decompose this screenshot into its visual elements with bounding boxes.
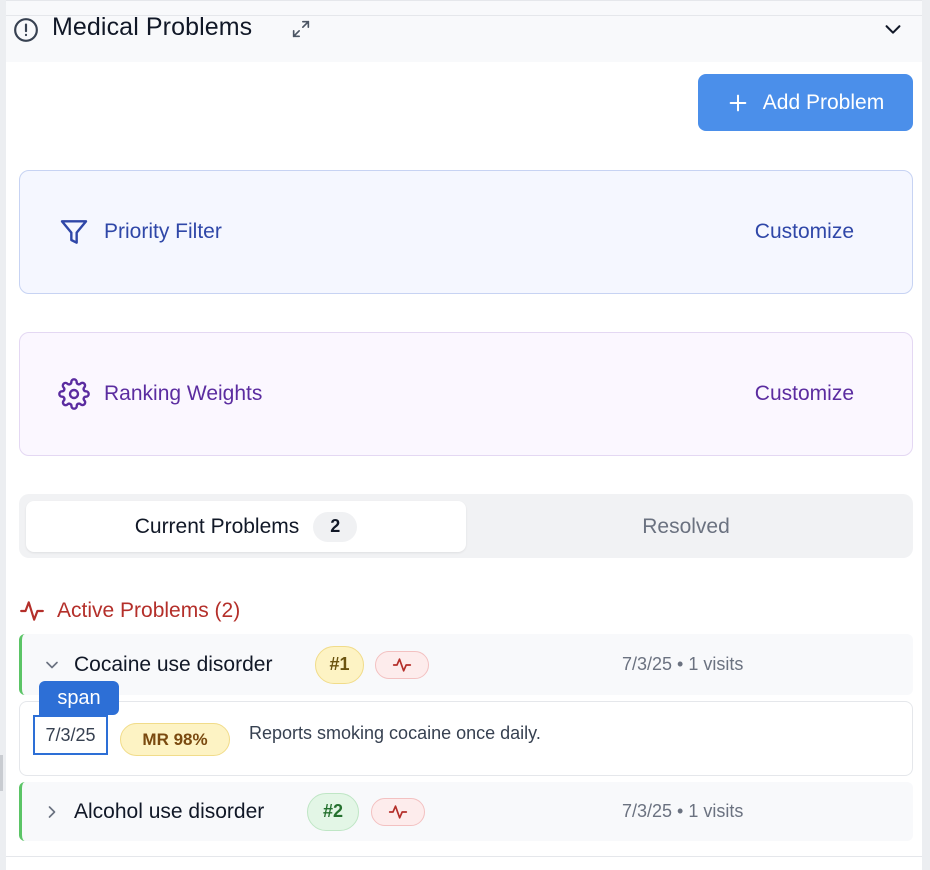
activity-badge: [371, 797, 425, 826]
add-problem-button[interactable]: Add Problem: [698, 74, 913, 131]
chevron-down-icon[interactable]: [882, 18, 904, 40]
activity-badge: [375, 650, 429, 679]
priority-filter-label: Priority Filter: [104, 220, 222, 243]
priority-filter-card: Priority Filter Customize: [19, 170, 913, 294]
ranking-weights-label: Ranking Weights: [104, 382, 263, 405]
ranking-weights-card: Ranking Weights Customize: [19, 332, 913, 456]
tab-count-badge: 2: [313, 511, 358, 542]
rank-badge: #2: [307, 792, 359, 831]
active-problems-title: Active Problems (2): [57, 599, 241, 622]
filter-icon: [60, 220, 88, 244]
activity-icon: [392, 657, 412, 672]
plus-icon: [729, 94, 747, 111]
ranking-weights-customize-link[interactable]: Customize: [755, 382, 854, 406]
active-problems-heading: Active Problems (2): [19, 598, 240, 624]
add-problem-label: Add Problem: [762, 90, 885, 114]
left-frame-edge: [0, 0, 6, 870]
chevron-down-icon[interactable]: [42, 655, 62, 675]
problem-tabs: Current Problems 2 Resolved: [19, 494, 913, 558]
page-title: Medical Problems: [52, 13, 253, 41]
problem-row[interactable]: Cocaine use disorder #1 7/3/25 • 1 visit…: [19, 634, 913, 695]
bottom-divider: [6, 856, 922, 857]
problem-meta: 7/3/25 • 1 visits: [622, 801, 744, 821]
detail-note: Reports smoking cocaine once daily.: [249, 723, 541, 743]
tab-current-problems-label: Current Problems: [134, 514, 300, 538]
alert-circle-icon: [14, 18, 38, 42]
problem-name: Cocaine use disorder: [74, 652, 273, 676]
tab-current-problems[interactable]: Current Problems 2: [26, 501, 466, 552]
rank-badge: #1: [315, 645, 364, 684]
gear-icon: [58, 378, 90, 410]
priority-filter-customize-link[interactable]: Customize: [755, 220, 854, 244]
problem-row[interactable]: Alcohol use disorder #2 7/3/25 • 1 visit…: [19, 782, 913, 841]
chevron-right-icon[interactable]: [42, 802, 62, 822]
problem-name: Alcohol use disorder: [74, 799, 265, 823]
inspector-tag-label: span: [39, 681, 119, 715]
problem-meta: 7/3/25 • 1 visits: [622, 654, 744, 674]
tab-resolved[interactable]: Resolved: [466, 501, 906, 552]
detail-date: 7/3/25: [33, 715, 108, 755]
match-rate-badge: MR 98%: [120, 723, 230, 756]
left-scroll-marker: [0, 755, 3, 791]
right-scrollbar-track[interactable]: [922, 0, 930, 870]
expand-icon[interactable]: [290, 18, 312, 40]
problem-detail: 7/3/25 MR 98% Reports smoking cocaine on…: [19, 701, 913, 776]
activity-icon: [20, 601, 44, 621]
activity-icon: [388, 804, 408, 819]
